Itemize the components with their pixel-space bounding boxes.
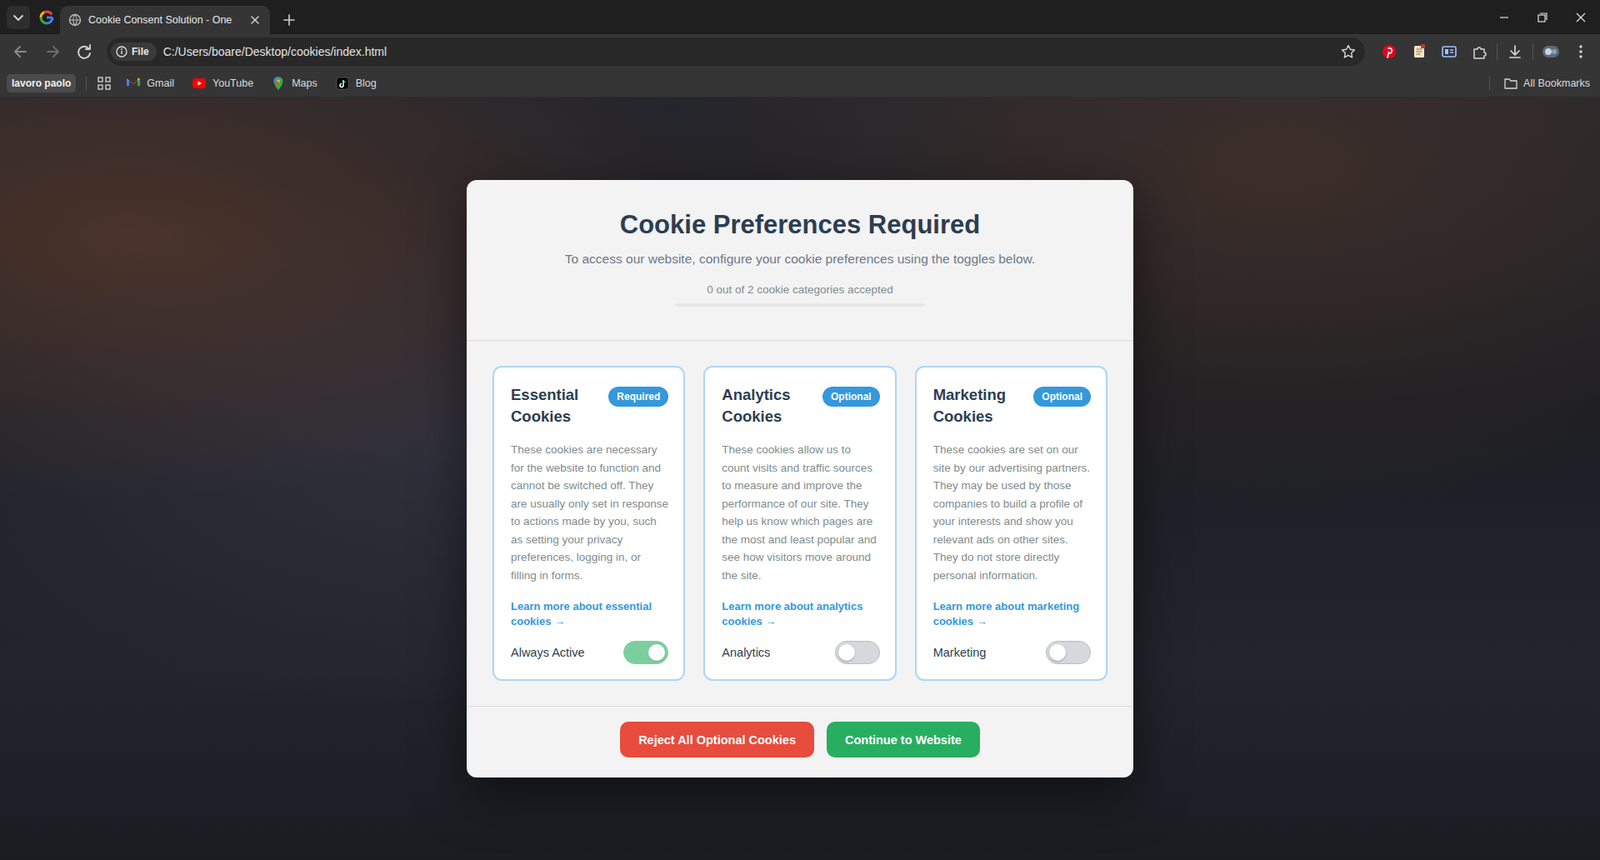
bookmark-item[interactable]: Blog [330, 72, 380, 95]
card-title: Analytics Cookies [721, 384, 816, 428]
card-badge: Optional [1033, 386, 1091, 407]
progress-text: 0 out of 2 cookie categories accepted [706, 283, 894, 296]
card-description: These cookies allow us to count visits a… [721, 440, 880, 585]
toggle-track[interactable] [835, 640, 880, 665]
learn-more-link[interactable]: Learn more about essential cookies → [510, 584, 669, 630]
bookmark-item[interactable]: Maps [266, 72, 321, 95]
cookie-card: Analytics Cookies Optional These cookies a… [703, 365, 896, 681]
all-bookmarks[interactable]: All Bookmarks [1500, 73, 1594, 94]
modal-footer: Reject All Optional Cookies Continue to W… [466, 705, 1134, 778]
close-tab-icon[interactable] [248, 13, 262, 27]
back-icon[interactable] [6, 37, 35, 66]
url-text: C:/Users/boare/Desktop/cookies/index.htm… [163, 45, 1334, 59]
gmail-icon[interactable] [125, 75, 142, 92]
modal-header: Cookie Preferences Required To access our… [466, 180, 1134, 341]
bookmark-label: YouTube [212, 77, 254, 90]
all-bookmarks-label: All Bookmarks [1523, 77, 1590, 90]
tab-search-icon[interactable] [6, 5, 30, 30]
toggle-track[interactable] [623, 640, 669, 665]
learn-more-link[interactable]: Learn more about analytics cookies → [721, 584, 880, 630]
menu-icon[interactable] [1568, 39, 1594, 65]
apps-grid-icon[interactable] [96, 75, 112, 91]
bookmarks-bar: lavoro paolo Gmail YouTube Maps Blog All Book… [0, 69, 1600, 98]
browser-tab[interactable]: Cookie Consent Solution - One [60, 5, 270, 35]
close-window-icon[interactable] [1561, 0, 1600, 35]
cookie-cards: Essential Cookies Required These cookies a… [466, 340, 1134, 706]
modal-title: Cookie Preferences Required [620, 210, 980, 240]
toggle-label: Marketing [933, 645, 987, 660]
profile-avatar-icon[interactable] [1538, 39, 1564, 65]
cookie-toggle [623, 640, 669, 665]
button-label: Continue to Website [845, 733, 962, 747]
new-tab-icon[interactable] [276, 7, 302, 33]
folder-icon[interactable] [1503, 75, 1519, 91]
reject-button[interactable]: Reject All Optional Cookies [620, 721, 815, 758]
card-badge: Optional [822, 386, 880, 407]
bookmark-label: Gmail [146, 77, 175, 90]
toolbar: File C:/Users/boare/Desktop/cookies/index… [0, 34, 1600, 70]
card-description: These cookies are set on our site by our… [933, 440, 1091, 585]
restore-icon[interactable] [1523, 0, 1562, 35]
info-icon[interactable] [115, 45, 128, 58]
bookmark-item[interactable]: Gmail [121, 72, 178, 95]
bookmark-star-icon[interactable] [1340, 43, 1357, 60]
profile-chip[interactable]: lavoro paolo [6, 74, 76, 93]
toggle-track[interactable] [1045, 640, 1091, 665]
minimize-icon[interactable] [1485, 0, 1524, 35]
tab-strip: Cookie Consent Solution - One [0, 0, 1600, 35]
bookmark-label: Blog [355, 77, 377, 90]
address-bar[interactable]: File C:/Users/boare/Desktop/cookies/index… [106, 37, 1365, 66]
forward-icon[interactable] [38, 37, 67, 66]
bookmark-item[interactable]: YouTube [187, 72, 257, 95]
google-icon[interactable] [38, 9, 55, 26]
download-icon[interactable] [1502, 39, 1528, 65]
card-badge: Required [608, 386, 669, 407]
page-background: Cookie Preferences Required To access our… [0, 97, 1600, 860]
maps-pin-icon[interactable] [270, 75, 287, 92]
chip-label: File [131, 45, 150, 58]
cookie-card: Marketing CookiesOptional These cookies a… [915, 365, 1108, 681]
cookie-modal: Cookie Preferences Required To access our… [466, 180, 1134, 778]
progress-track [675, 303, 925, 307]
site-info-chip[interactable]: File [110, 42, 157, 61]
id-card-icon[interactable] [1436, 39, 1462, 65]
learn-more-link[interactable]: Learn more about marketing cookies → [933, 584, 1091, 630]
cookie-toggle[interactable] [1045, 640, 1091, 665]
extensions-icon[interactable] [1466, 39, 1492, 65]
modal-subtitle: To access our website, configure your co… [565, 251, 1035, 267]
tiktok-icon[interactable] [334, 75, 351, 92]
cookie-card: Essential Cookies Required These cookies a… [492, 365, 685, 681]
button-label: Reject All Optional Cookies [638, 733, 796, 747]
card-description: These cookies are necessary for the webs… [510, 440, 669, 585]
notes-icon[interactable] [1406, 39, 1432, 65]
continue-button[interactable]: Continue to Website [826, 721, 980, 758]
card-title: Essential Cookies [510, 384, 602, 428]
bookmark-label: Maps [291, 77, 318, 90]
pinterest-icon[interactable] [1376, 39, 1402, 65]
tab-title: Cookie Consent Solution - One [88, 14, 242, 26]
globe-icon[interactable] [68, 13, 82, 27]
reload-icon[interactable] [70, 37, 99, 66]
toggle-label: Analytics [721, 645, 770, 660]
card-title: Marketing Cookies [933, 384, 1028, 428]
youtube-icon[interactable] [190, 75, 208, 92]
cookie-toggle[interactable] [835, 640, 880, 665]
toggle-label: Always Active [510, 645, 585, 660]
